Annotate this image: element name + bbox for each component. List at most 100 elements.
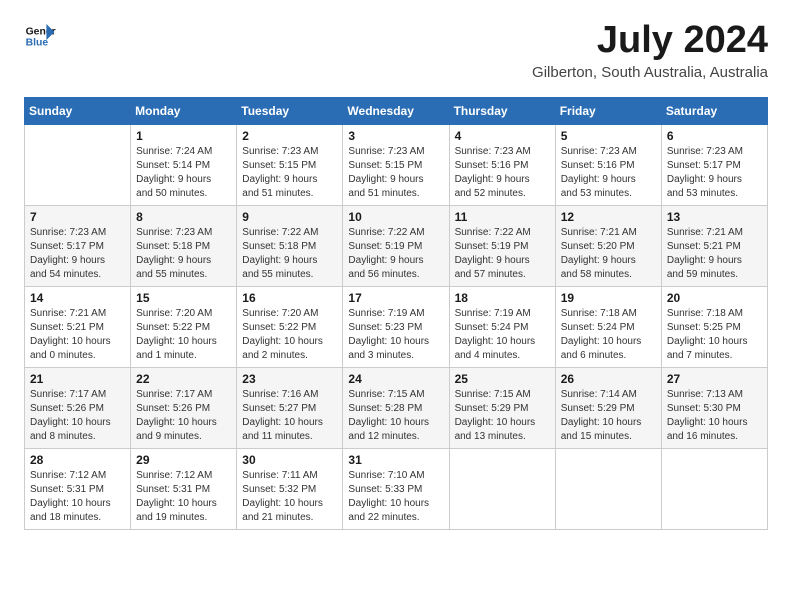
day-number: 16 (242, 291, 337, 305)
day-info: Sunrise: 7:12 AMSunset: 5:31 PMDaylight:… (30, 469, 125, 525)
day-info: Sunrise: 7:14 AMSunset: 5:29 PMDaylight:… (561, 388, 656, 444)
day-info: Sunrise: 7:22 AMSunset: 5:19 PMDaylight:… (348, 226, 443, 282)
day-number: 24 (348, 372, 443, 386)
day-info: Sunrise: 7:15 AMSunset: 5:28 PMDaylight:… (348, 388, 443, 444)
calendar-cell: 11 Sunrise: 7:22 AMSunset: 5:19 PMDayligh… (449, 205, 555, 286)
logo-icon: General Blue (24, 20, 56, 52)
day-info: Sunrise: 7:24 AMSunset: 5:14 PMDaylight:… (136, 145, 231, 201)
calendar-cell: 27 Sunrise: 7:13 AMSunset: 5:30 PMDayligh… (661, 367, 767, 448)
day-info: Sunrise: 7:23 AMSunset: 5:17 PMDaylight:… (30, 226, 125, 282)
calendar-cell: 9 Sunrise: 7:22 AMSunset: 5:18 PMDaylight… (237, 205, 343, 286)
day-info: Sunrise: 7:21 AMSunset: 5:21 PMDaylight:… (30, 307, 125, 363)
day-info: Sunrise: 7:21 AMSunset: 5:20 PMDaylight:… (561, 226, 656, 282)
day-info: Sunrise: 7:23 AMSunset: 5:16 PMDaylight:… (455, 145, 550, 201)
day-info: Sunrise: 7:19 AMSunset: 5:24 PMDaylight:… (455, 307, 550, 363)
location-subtitle: Gilberton, South Australia, Australia (532, 64, 768, 81)
day-info: Sunrise: 7:23 AMSunset: 5:16 PMDaylight:… (561, 145, 656, 201)
day-info: Sunrise: 7:15 AMSunset: 5:29 PMDaylight:… (455, 388, 550, 444)
calendar-cell: 20 Sunrise: 7:18 AMSunset: 5:25 PMDayligh… (661, 286, 767, 367)
header: General Blue July 2024 Gilberton, South … (24, 20, 768, 81)
day-number: 19 (561, 291, 656, 305)
day-number: 1 (136, 129, 231, 143)
day-number: 4 (455, 129, 550, 143)
weekday-header: Wednesday (343, 97, 449, 124)
day-number: 15 (136, 291, 231, 305)
calendar-cell (25, 124, 131, 205)
calendar-cell: 1 Sunrise: 7:24 AMSunset: 5:14 PMDaylight… (131, 124, 237, 205)
day-info: Sunrise: 7:11 AMSunset: 5:32 PMDaylight:… (242, 469, 337, 525)
calendar-week-row: 7Sunrise: 7:23 AMSunset: 5:17 PMDaylight… (25, 205, 768, 286)
day-number: 3 (348, 129, 443, 143)
day-info: Sunrise: 7:18 AMSunset: 5:25 PMDaylight:… (667, 307, 762, 363)
day-info: Sunrise: 7:22 AMSunset: 5:19 PMDaylight:… (455, 226, 550, 282)
day-info: Sunrise: 7:21 AMSunset: 5:21 PMDaylight:… (667, 226, 762, 282)
calendar-cell: 23 Sunrise: 7:16 AMSunset: 5:27 PMDayligh… (237, 367, 343, 448)
day-info: Sunrise: 7:23 AMSunset: 5:15 PMDaylight:… (242, 145, 337, 201)
calendar-cell: 31Sunrise: 7:10 AMSunset: 5:33 PMDayligh… (343, 448, 449, 529)
day-number: 5 (561, 129, 656, 143)
day-info: Sunrise: 7:16 AMSunset: 5:27 PMDaylight:… (242, 388, 337, 444)
calendar-cell: 5 Sunrise: 7:23 AMSunset: 5:16 PMDaylight… (555, 124, 661, 205)
calendar-body: 1 Sunrise: 7:24 AMSunset: 5:14 PMDaylight… (25, 124, 768, 529)
calendar-cell: 26 Sunrise: 7:14 AMSunset: 5:29 PMDayligh… (555, 367, 661, 448)
calendar-cell: 2 Sunrise: 7:23 AMSunset: 5:15 PMDaylight… (237, 124, 343, 205)
calendar-cell: 4 Sunrise: 7:23 AMSunset: 5:16 PMDaylight… (449, 124, 555, 205)
calendar-cell: 19Sunrise: 7:18 AMSunset: 5:24 PMDayligh… (555, 286, 661, 367)
day-number: 17 (348, 291, 443, 305)
day-info: Sunrise: 7:13 AMSunset: 5:30 PMDaylight:… (667, 388, 762, 444)
day-number: 6 (667, 129, 762, 143)
day-number: 23 (242, 372, 337, 386)
weekday-header: Tuesday (237, 97, 343, 124)
day-number: 10 (348, 210, 443, 224)
day-number: 31 (348, 453, 443, 467)
day-number: 20 (667, 291, 762, 305)
weekday-header: Thursday (449, 97, 555, 124)
day-number: 8 (136, 210, 231, 224)
day-info: Sunrise: 7:19 AMSunset: 5:23 PMDaylight:… (348, 307, 443, 363)
day-number: 2 (242, 129, 337, 143)
day-number: 13 (667, 210, 762, 224)
svg-text:Blue: Blue (26, 38, 49, 49)
weekday-header: Monday (131, 97, 237, 124)
weekday-header: Sunday (25, 97, 131, 124)
calendar-cell: 15Sunrise: 7:20 AMSunset: 5:22 PMDayligh… (131, 286, 237, 367)
day-info: Sunrise: 7:17 AMSunset: 5:26 PMDaylight:… (136, 388, 231, 444)
day-info: Sunrise: 7:17 AMSunset: 5:26 PMDaylight:… (30, 388, 125, 444)
calendar-table: SundayMondayTuesdayWednesdayThursdayFrid… (24, 97, 768, 530)
calendar-cell: 28Sunrise: 7:12 AMSunset: 5:31 PMDayligh… (25, 448, 131, 529)
day-number: 27 (667, 372, 762, 386)
day-number: 9 (242, 210, 337, 224)
day-info: Sunrise: 7:23 AMSunset: 5:17 PMDaylight:… (667, 145, 762, 201)
calendar-cell: 12 Sunrise: 7:21 AMSunset: 5:20 PMDayligh… (555, 205, 661, 286)
day-number: 22 (136, 372, 231, 386)
day-number: 12 (561, 210, 656, 224)
calendar-header-row: SundayMondayTuesdayWednesdayThursdayFrid… (25, 97, 768, 124)
calendar-cell: 14Sunrise: 7:21 AMSunset: 5:21 PMDayligh… (25, 286, 131, 367)
calendar-week-row: 28Sunrise: 7:12 AMSunset: 5:31 PMDayligh… (25, 448, 768, 529)
day-info: Sunrise: 7:12 AMSunset: 5:31 PMDaylight:… (136, 469, 231, 525)
day-info: Sunrise: 7:20 AMSunset: 5:22 PMDaylight:… (242, 307, 337, 363)
title-block: July 2024 Gilberton, South Australia, Au… (532, 20, 768, 81)
day-number: 18 (455, 291, 550, 305)
calendar-cell: 6 Sunrise: 7:23 AMSunset: 5:17 PMDaylight… (661, 124, 767, 205)
calendar-cell (555, 448, 661, 529)
day-info: Sunrise: 7:23 AMSunset: 5:15 PMDaylight:… (348, 145, 443, 201)
day-info: Sunrise: 7:22 AMSunset: 5:18 PMDaylight:… (242, 226, 337, 282)
calendar-cell: 3 Sunrise: 7:23 AMSunset: 5:15 PMDaylight… (343, 124, 449, 205)
calendar-cell: 21 Sunrise: 7:17 AMSunset: 5:26 PMDayligh… (25, 367, 131, 448)
calendar-week-row: 14Sunrise: 7:21 AMSunset: 5:21 PMDayligh… (25, 286, 768, 367)
calendar-cell: 24 Sunrise: 7:15 AMSunset: 5:28 PMDayligh… (343, 367, 449, 448)
calendar-cell: 16 Sunrise: 7:20 AMSunset: 5:22 PMDayligh… (237, 286, 343, 367)
calendar-week-row: 1 Sunrise: 7:24 AMSunset: 5:14 PMDaylight… (25, 124, 768, 205)
calendar-cell: 30 Sunrise: 7:11 AMSunset: 5:32 PMDayligh… (237, 448, 343, 529)
logo: General Blue (24, 20, 56, 52)
weekday-header: Friday (555, 97, 661, 124)
day-info: Sunrise: 7:23 AMSunset: 5:18 PMDaylight:… (136, 226, 231, 282)
day-number: 26 (561, 372, 656, 386)
day-number: 21 (30, 372, 125, 386)
calendar-cell (661, 448, 767, 529)
day-number: 30 (242, 453, 337, 467)
weekday-header: Saturday (661, 97, 767, 124)
day-number: 11 (455, 210, 550, 224)
calendar-cell: 17 Sunrise: 7:19 AMSunset: 5:23 PMDayligh… (343, 286, 449, 367)
